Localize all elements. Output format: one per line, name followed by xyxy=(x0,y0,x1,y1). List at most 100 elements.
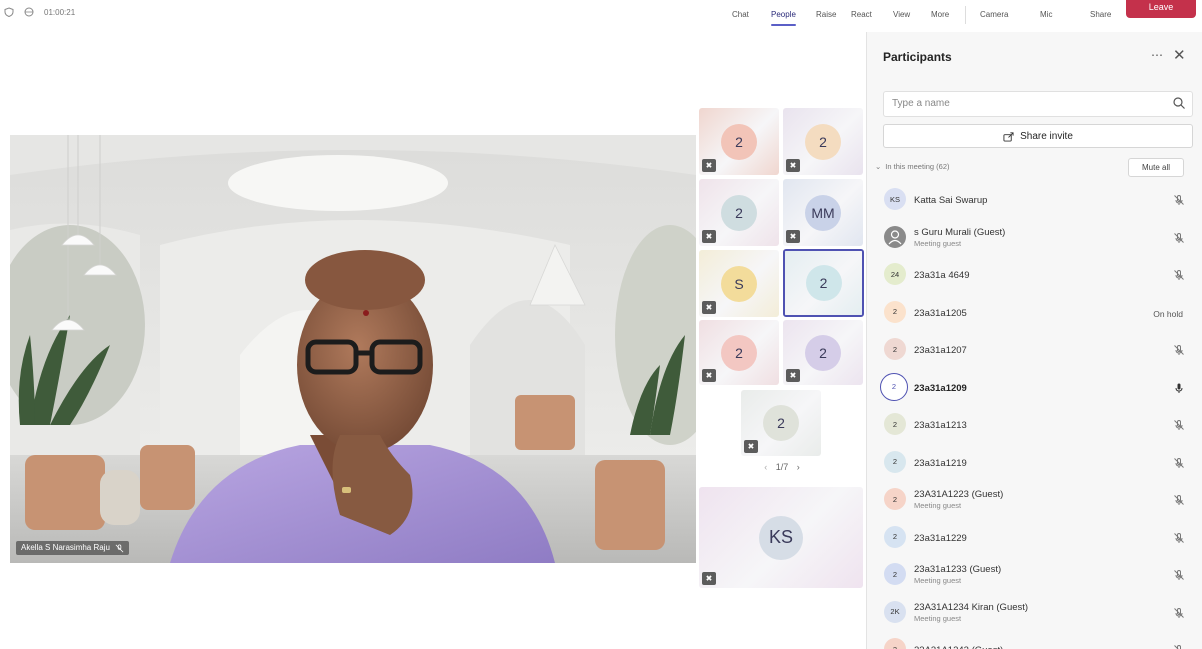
participant-name: 23A31A1234 Kiran (Guest) xyxy=(914,601,1029,613)
participant-role: Meeting guest xyxy=(914,613,962,623)
participant-tile[interactable]: 2 ✖ xyxy=(699,320,779,385)
participant-tile[interactable]: 2 ✖ xyxy=(699,179,779,246)
mic-off-icon: ✖ xyxy=(786,230,800,243)
avatar: 2 xyxy=(884,563,906,585)
mic-on-icon[interactable] xyxy=(1173,381,1185,393)
mic-off-icon[interactable] xyxy=(1173,456,1185,468)
participant-row[interactable]: 2 23a31a1209 xyxy=(867,370,1202,407)
tile-avatar: 2 xyxy=(721,194,757,231)
view-button[interactable]: View xyxy=(893,10,910,19)
mic-off-icon[interactable] xyxy=(1173,606,1185,618)
participant-name: 23a31a1205 xyxy=(914,307,967,319)
mute-all-button[interactable]: Mute all xyxy=(1128,158,1184,177)
tile-avatar: 2 xyxy=(721,334,757,371)
teams-meeting-window: 01:00:21 Chat People Raise React View Mo… xyxy=(0,0,1202,649)
participant-tile[interactable]: MM ✖ xyxy=(783,179,863,246)
shield-icon xyxy=(4,7,14,17)
chat-button[interactable]: Chat xyxy=(732,10,749,19)
mic-off-icon[interactable] xyxy=(1173,193,1185,205)
participant-tile[interactable]: 2 ✖ xyxy=(783,108,863,175)
tile-avatar: MM xyxy=(805,194,841,231)
participant-row[interactable]: s Guru Murali (Guest) Meeting guest xyxy=(867,220,1202,257)
leave-button[interactable]: Leave xyxy=(1126,0,1196,18)
participant-name: 23a31a1219 xyxy=(914,457,967,469)
share-button[interactable]: Share xyxy=(1090,10,1111,19)
participant-name: s Guru Murali (Guest) xyxy=(914,226,1006,238)
mic-off-icon[interactable] xyxy=(1173,231,1185,243)
participant-tile-speaking[interactable]: 2 xyxy=(783,249,864,317)
participant-row[interactable]: KS Katta Sai Swarup xyxy=(867,182,1202,219)
mic-off-icon[interactable] xyxy=(1173,268,1185,280)
more-button[interactable]: More xyxy=(931,10,949,19)
people-button[interactable]: People xyxy=(771,10,796,26)
participant-row[interactable]: 2 23a31a1219 xyxy=(867,445,1202,482)
mic-off-icon: ✖ xyxy=(702,572,716,585)
avatar xyxy=(884,225,906,248)
more-options-icon[interactable]: ⋯ xyxy=(1151,48,1163,62)
raise-hand-button[interactable]: Raise xyxy=(816,10,836,19)
participant-name: 23A31A1242 (Guest) xyxy=(914,645,1003,649)
participant-row[interactable]: 2 23a31a1213 xyxy=(867,407,1202,444)
share-icon xyxy=(1003,131,1014,142)
participant-row[interactable]: 2 23a31a1205 On hold xyxy=(867,295,1202,332)
participant-name: 23a31a1213 xyxy=(914,420,967,431)
tile-avatar: 2 xyxy=(721,123,757,160)
avatar: 2 xyxy=(884,450,906,473)
tile-avatar: 2 xyxy=(805,334,841,371)
participant-tile[interactable]: 2 ✖ xyxy=(741,390,821,456)
mic-off-icon: ✖ xyxy=(702,159,716,172)
meeting-timer: 01:00:21 xyxy=(44,7,76,17)
participant-name: 23a31a1207 xyxy=(914,345,967,356)
globe-icon xyxy=(24,7,34,17)
mic-off-icon[interactable] xyxy=(1173,343,1185,355)
mic-button[interactable]: Mic xyxy=(1040,10,1052,19)
tile-avatar: S xyxy=(721,265,757,302)
speaker-video[interactable]: Akella S Narasimha Raju xyxy=(10,135,696,563)
close-icon[interactable]: ✕ xyxy=(1173,46,1186,64)
participant-row[interactable]: 2K 23A31A1234 Kiran (Guest) Meeting guest xyxy=(867,595,1202,632)
tile-avatar: KS xyxy=(759,515,803,560)
participant-tile[interactable]: 2 ✖ xyxy=(783,320,863,385)
self-view-tile[interactable]: KS ✖ xyxy=(699,487,863,588)
participant-row[interactable]: 2 23A31A1223 (Guest) Meeting guest xyxy=(867,482,1202,519)
share-invite-button[interactable]: Share invite xyxy=(883,124,1193,148)
participant-name: Katta Sai Swarup xyxy=(914,195,988,206)
avatar: 2 xyxy=(880,372,908,401)
search-input[interactable]: Type a name xyxy=(883,91,1193,117)
tile-pager: ‹ 1/7 › xyxy=(740,462,824,472)
avatar: 2 xyxy=(884,300,906,323)
mic-off-icon[interactable] xyxy=(1173,418,1185,430)
participant-tile[interactable]: 2 ✖ xyxy=(699,108,779,175)
tile-avatar: 2 xyxy=(763,405,799,441)
mic-off-icon[interactable] xyxy=(1173,493,1185,505)
participant-tile[interactable]: S ✖ xyxy=(699,250,779,317)
participant-row[interactable]: 2 23a31a1229 xyxy=(867,520,1202,557)
participant-role: Meeting guest xyxy=(914,501,962,510)
mic-off-icon: ✖ xyxy=(786,159,800,172)
participant-role: Meeting guest xyxy=(914,238,962,248)
participant-name: 23a31a1233 (Guest) xyxy=(914,564,1002,575)
participant-name: 23a31a1209 xyxy=(914,382,967,394)
participant-row[interactable]: 24 23a31a 4649 xyxy=(867,257,1202,294)
participant-name: 23a31a1229 xyxy=(914,532,967,544)
participant-row[interactable]: 2 23A31A1242 (Guest) xyxy=(867,632,1202,649)
in-meeting-section-header[interactable]: ⌄ In this meeting (62) xyxy=(875,162,950,171)
toolbar-divider xyxy=(965,6,966,24)
prev-page-button[interactable]: ‹ xyxy=(764,462,767,472)
participant-row[interactable]: 2 23a31a1233 (Guest) Meeting guest xyxy=(867,557,1202,594)
panel-title: Participants xyxy=(883,50,952,64)
mic-off-icon[interactable] xyxy=(1173,531,1185,543)
speaker-name-tag: Akella S Narasimha Raju xyxy=(16,541,129,555)
participant-row[interactable]: 2 23a31a1207 xyxy=(867,332,1202,369)
mic-off-icon xyxy=(115,543,124,552)
search-icon xyxy=(1173,97,1185,109)
mic-off-icon[interactable] xyxy=(1173,643,1185,649)
share-invite-label: Share invite xyxy=(1020,130,1073,142)
react-button[interactable]: React xyxy=(851,10,872,19)
mic-off-icon[interactable] xyxy=(1173,568,1185,580)
search-placeholder: Type a name xyxy=(892,98,950,109)
next-page-button[interactable]: › xyxy=(797,462,800,472)
page-indicator: 1/7 xyxy=(775,462,789,472)
camera-button[interactable]: Camera xyxy=(980,10,1008,19)
participant-name: 23A31A1223 (Guest) xyxy=(914,489,1004,500)
